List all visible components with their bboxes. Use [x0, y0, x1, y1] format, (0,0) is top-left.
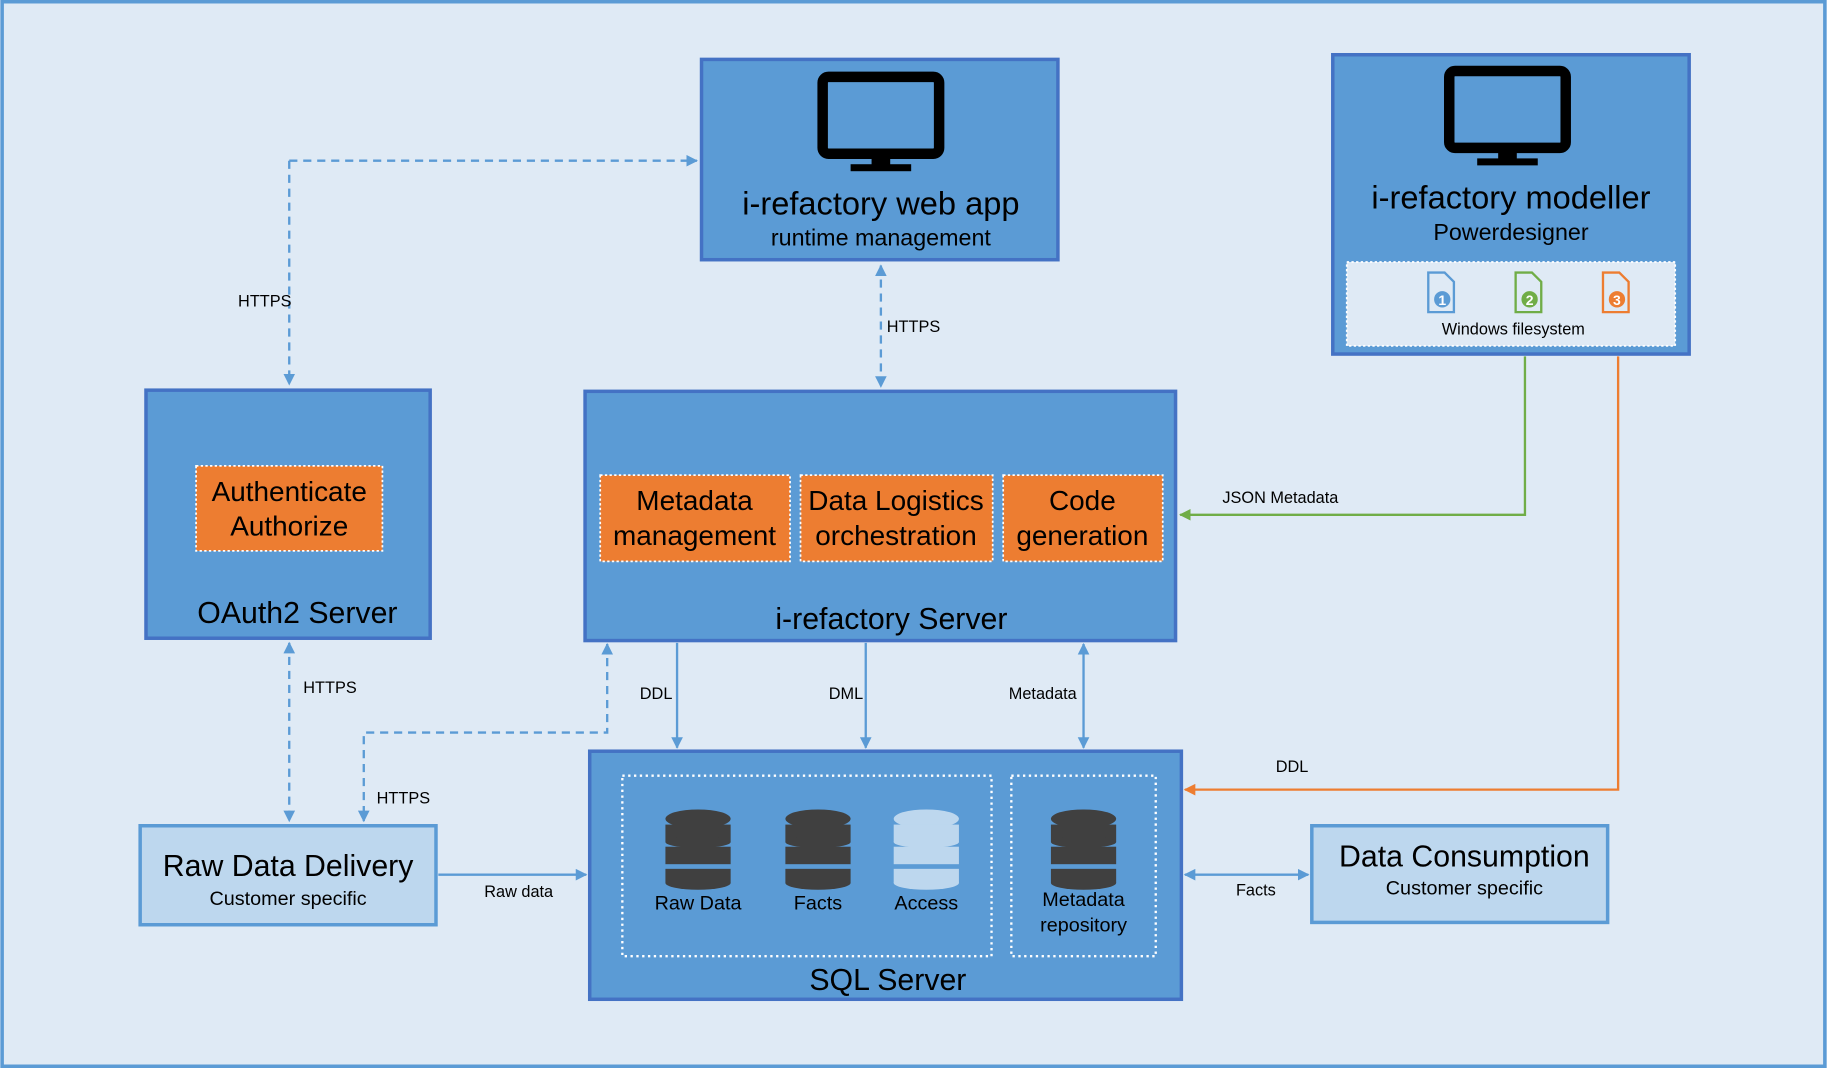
svg-text:Facts: Facts [1236, 882, 1276, 900]
access-database-icon [893, 809, 959, 890]
svg-text:Metadata: Metadata [636, 485, 753, 516]
svg-text:JSON Metadata: JSON Metadata [1222, 489, 1339, 507]
svg-text:i-refactory modeller: i-refactory modeller [1371, 178, 1650, 215]
svg-text:SQL Server: SQL Server [809, 964, 966, 997]
svg-text:repository: repository [1040, 915, 1127, 937]
svg-text:3: 3 [1613, 292, 1621, 308]
svg-text:HTTPS: HTTPS [377, 790, 431, 808]
svg-text:DDL: DDL [640, 685, 673, 703]
svg-text:OAuth2 Server: OAuth2 Server [197, 597, 397, 630]
svg-text:HTTPS: HTTPS [887, 318, 941, 336]
svg-text:HTTPS: HTTPS [303, 679, 357, 697]
svg-text:i-refactory web app: i-refactory web app [742, 184, 1019, 221]
svg-text:Powerdesigner: Powerdesigner [1433, 219, 1589, 245]
svg-text:1: 1 [1438, 292, 1446, 308]
svg-text:Code: Code [1049, 485, 1116, 516]
svg-text:Authenticate: Authenticate [212, 476, 367, 507]
svg-text:DDL: DDL [1276, 758, 1309, 776]
svg-text:HTTPS: HTTPS [238, 292, 292, 310]
svg-text:Access: Access [894, 893, 958, 915]
svg-text:management: management [613, 520, 776, 551]
oauth-server-box: Authenticate Authorize OAuth2 Server [144, 388, 432, 640]
svg-text:Windows filesystem: Windows filesystem [1442, 320, 1585, 338]
web-app-box: i-refactory web app runtime management [699, 57, 1060, 262]
svg-text:i-refactory Server: i-refactory Server [775, 603, 1007, 636]
svg-text:Raw Data: Raw Data [655, 893, 742, 915]
svg-text:Raw data: Raw data [484, 883, 554, 901]
data-logistics-component: Data Logistics orchestration [799, 474, 994, 563]
code-generation-component: Code generation [1002, 474, 1164, 563]
svg-text:Data Consumption: Data Consumption [1339, 841, 1590, 874]
modeller-box: i-refactory modeller Powerdesigner 1 2 3… [1331, 52, 1691, 356]
data-consumption-box: Data Consumption Customer specific [1310, 824, 1610, 925]
raw-data-delivery-box: Raw Data Delivery Customer specific [138, 824, 438, 927]
svg-text:2: 2 [1526, 292, 1534, 308]
svg-text:Raw Data Delivery: Raw Data Delivery [163, 850, 414, 883]
metadata-management-component: Metadata management [599, 474, 791, 563]
sql-server-box: Raw Data Facts Access Metadata repositor… [587, 749, 1184, 1002]
svg-text:DML: DML [829, 685, 863, 703]
facts-database-icon [785, 809, 851, 890]
i-refactory-server-box: Metadata management Data Logistics orche… [583, 389, 1178, 643]
svg-text:Authorize: Authorize [230, 511, 348, 542]
metadata-repository-database-icon [1050, 809, 1117, 890]
svg-text:Customer specific: Customer specific [1386, 877, 1543, 899]
svg-text:runtime management: runtime management [771, 225, 992, 251]
raw-data-database-icon [665, 809, 731, 890]
architecture-diagram: HTTPS HTTPS HTTPS HTTPS DDL DML Metadata… [0, 0, 1827, 1068]
svg-text:Customer specific: Customer specific [209, 888, 366, 910]
svg-text:Data Logistics: Data Logistics [808, 485, 983, 516]
svg-text:Metadata: Metadata [1009, 685, 1078, 703]
svg-text:orchestration: orchestration [815, 520, 977, 551]
svg-text:generation: generation [1016, 520, 1148, 551]
svg-text:Metadata: Metadata [1042, 889, 1124, 911]
svg-text:Facts: Facts [794, 893, 842, 915]
